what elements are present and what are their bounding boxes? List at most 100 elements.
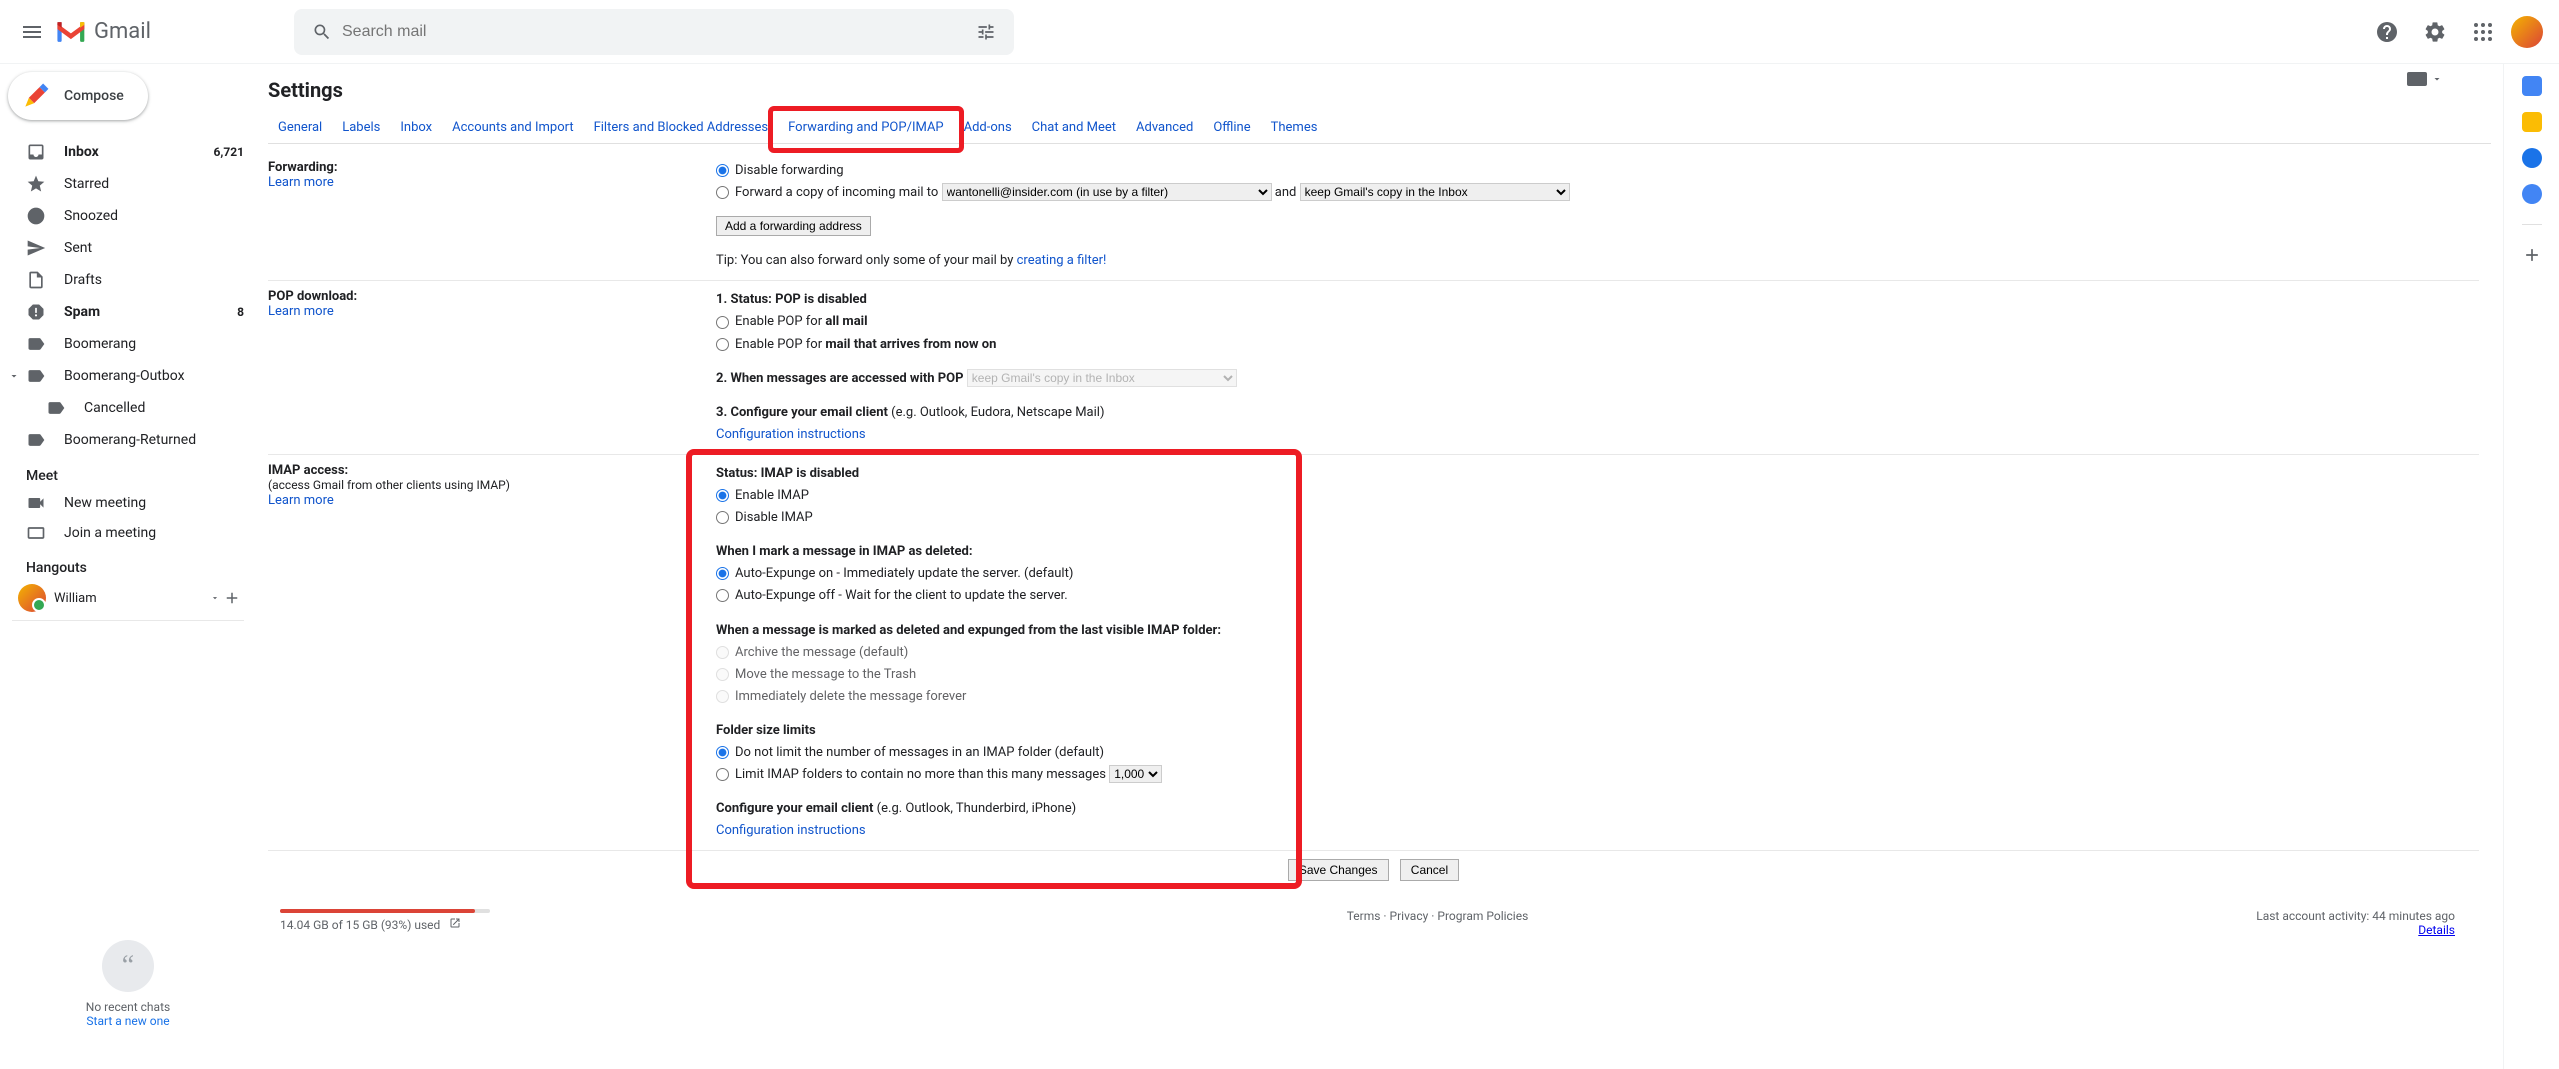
sidebar-item-label: Spam	[64, 304, 237, 320]
sidebar-item-label: Boomerang	[64, 336, 244, 352]
tab-add-ons[interactable]: Add-ons	[954, 114, 1022, 143]
search-input[interactable]	[342, 23, 966, 41]
tab-themes[interactable]: Themes	[1261, 114, 1328, 143]
apps-grid-icon[interactable]	[2463, 12, 2503, 52]
sidebar-item-label: Drafts	[64, 272, 244, 288]
chat-bubble-icon	[102, 940, 154, 992]
tasks-addon-icon[interactable]	[2522, 148, 2542, 168]
gmail-logo[interactable]: Gmail	[56, 12, 294, 52]
forward-address-select[interactable]: wantonelli@insider.com (in use by a filt…	[942, 183, 1272, 201]
forward-copy-option[interactable]: Forward a copy of incoming mail to	[716, 185, 942, 200]
account-avatar[interactable]	[2511, 16, 2543, 48]
chat-empty-state: No recent chats Start a new one	[0, 940, 256, 1069]
enable-pop-all-option[interactable]: Enable POP for all mail	[716, 314, 868, 329]
sidebar-item-label: Starred	[64, 176, 244, 192]
storage-open-icon[interactable]	[449, 918, 461, 932]
search-options-icon[interactable]	[966, 12, 1006, 52]
pop-config-instructions-link[interactable]: Configuration instructions	[716, 427, 866, 442]
sidebar-item-drafts[interactable]: Drafts	[0, 264, 256, 296]
imap-configure-label: Configure your email client	[716, 801, 877, 816]
file-icon	[26, 270, 46, 290]
tab-labels[interactable]: Labels	[332, 114, 390, 143]
settings-gear-icon[interactable]	[2415, 12, 2455, 52]
details-link[interactable]: Details	[2418, 923, 2455, 937]
forwarding-learn-more-link[interactable]: Learn more	[268, 175, 334, 190]
tab-accounts[interactable]: Accounts and Import	[442, 114, 583, 143]
main-content: Settings General Labels Inbox Accounts a…	[256, 64, 2503, 1069]
sidebar-item-boomerang-returned[interactable]: Boomerang-Returned	[0, 424, 256, 456]
sidebar-item-inbox[interactable]: Inbox 6,721	[0, 136, 256, 168]
hangouts-avatar[interactable]	[18, 584, 46, 612]
sidebar-item-boomerang[interactable]: Boomerang	[0, 328, 256, 360]
input-tools-toggle[interactable]	[2407, 72, 2443, 86]
tab-chat-meet[interactable]: Chat and Meet	[1022, 114, 1126, 143]
contacts-addon-icon[interactable]	[2522, 184, 2542, 204]
tab-advanced[interactable]: Advanced	[1126, 114, 1203, 143]
new-chat-icon[interactable]	[220, 586, 244, 610]
policies-link[interactable]: Program Policies	[1437, 909, 1528, 923]
hangouts-title: Hangouts	[0, 548, 256, 580]
keep-addon-icon[interactable]	[2522, 112, 2542, 132]
sidebar-item-sent[interactable]: Sent	[0, 232, 256, 264]
folder-limit-select[interactable]: 1,000	[1109, 765, 1162, 783]
storage-bar	[280, 909, 490, 913]
imap-label: IMAP access:	[268, 463, 348, 478]
enable-pop-now-option[interactable]: Enable POP for mail that arrives from no…	[716, 337, 996, 352]
search-icon[interactable]	[302, 12, 342, 52]
terms-link[interactable]: Terms	[1347, 909, 1381, 923]
enable-imap-option[interactable]: Enable IMAP	[716, 488, 809, 503]
add-forwarding-address-button[interactable]: Add a forwarding address	[716, 216, 871, 236]
trash-option: Move the message to the Trash	[716, 667, 916, 682]
chevron-down-icon[interactable]	[210, 593, 220, 603]
side-panel	[2503, 64, 2559, 1069]
sidebar-item-snoozed[interactable]: Snoozed	[0, 200, 256, 232]
privacy-link[interactable]: Privacy	[1390, 909, 1429, 923]
get-addons-icon[interactable]	[2522, 245, 2542, 269]
auto-expunge-off-option[interactable]: Auto-Expunge off - Wait for the client t…	[716, 588, 1068, 603]
folder-limits-label: Folder size limits	[716, 723, 816, 738]
inbox-count: 6,721	[214, 145, 245, 159]
tab-offline[interactable]: Offline	[1203, 114, 1260, 143]
actions-row: Save Changes Cancel	[268, 851, 2479, 901]
forward-action-select[interactable]: keep Gmail's copy in the Inbox	[1300, 183, 1570, 201]
imap-section: IMAP access: (access Gmail from other cl…	[268, 455, 2479, 851]
sidebar-item-starred[interactable]: Starred	[0, 168, 256, 200]
spam-count: 8	[237, 305, 244, 319]
support-icon[interactable]	[2367, 12, 2407, 52]
no-limit-option[interactable]: Do not limit the number of messages in a…	[716, 745, 1104, 760]
chevron-down-icon	[8, 366, 20, 386]
pop-configure-label: 3. Configure your email client	[716, 405, 891, 420]
search-bar	[294, 9, 1014, 55]
sidebar-item-spam[interactable]: Spam8	[0, 296, 256, 328]
disable-forwarding-option[interactable]: Disable forwarding	[716, 163, 844, 178]
start-chat-link[interactable]: Start a new one	[86, 1014, 169, 1028]
calendar-addon-icon[interactable]	[2522, 76, 2542, 96]
keyboard-icon	[26, 523, 46, 543]
cancel-button[interactable]: Cancel	[1400, 859, 1459, 881]
sidebar-item-new-meeting[interactable]: New meeting	[0, 488, 256, 518]
compose-button[interactable]: Compose	[8, 72, 148, 120]
tab-filters[interactable]: Filters and Blocked Addresses	[584, 114, 779, 143]
sidebar-item-boomerang-outbox[interactable]: Boomerang-Outbox	[0, 360, 256, 392]
clock-icon	[26, 206, 46, 226]
footer: 14.04 GB of 15 GB (93%) used Terms · Pri…	[268, 901, 2479, 961]
sidebar-item-cancelled[interactable]: Cancelled	[0, 392, 256, 424]
auto-expunge-on-option[interactable]: Auto-Expunge on - Immediately update the…	[716, 566, 1073, 581]
pop-section: POP download: Learn more 1. Status: POP …	[268, 281, 2479, 455]
imap-deleted-label: When I mark a message in IMAP as deleted…	[716, 544, 973, 559]
imap-learn-more-link[interactable]: Learn more	[268, 493, 334, 508]
compose-label: Compose	[64, 88, 124, 104]
pop-learn-more-link[interactable]: Learn more	[268, 304, 334, 319]
tab-inbox[interactable]: Inbox	[390, 114, 442, 143]
hangouts-user-row: William	[0, 580, 256, 616]
main-menu-icon[interactable]	[8, 8, 56, 56]
imap-config-instructions-link[interactable]: Configuration instructions	[716, 823, 866, 838]
create-filter-link[interactable]: creating a filter!	[1017, 253, 1107, 268]
sidebar-item-join-meeting[interactable]: Join a meeting	[0, 518, 256, 548]
tab-forwarding[interactable]: Forwarding and POP/IMAP	[778, 114, 954, 143]
disable-imap-option[interactable]: Disable IMAP	[716, 510, 813, 525]
tab-general[interactable]: General	[268, 114, 332, 143]
activity-text: Last account activity: 44 minutes ago	[2256, 909, 2455, 923]
save-changes-button[interactable]: Save Changes	[1288, 859, 1389, 881]
limit-option[interactable]: Limit IMAP folders to contain no more th…	[716, 767, 1109, 782]
